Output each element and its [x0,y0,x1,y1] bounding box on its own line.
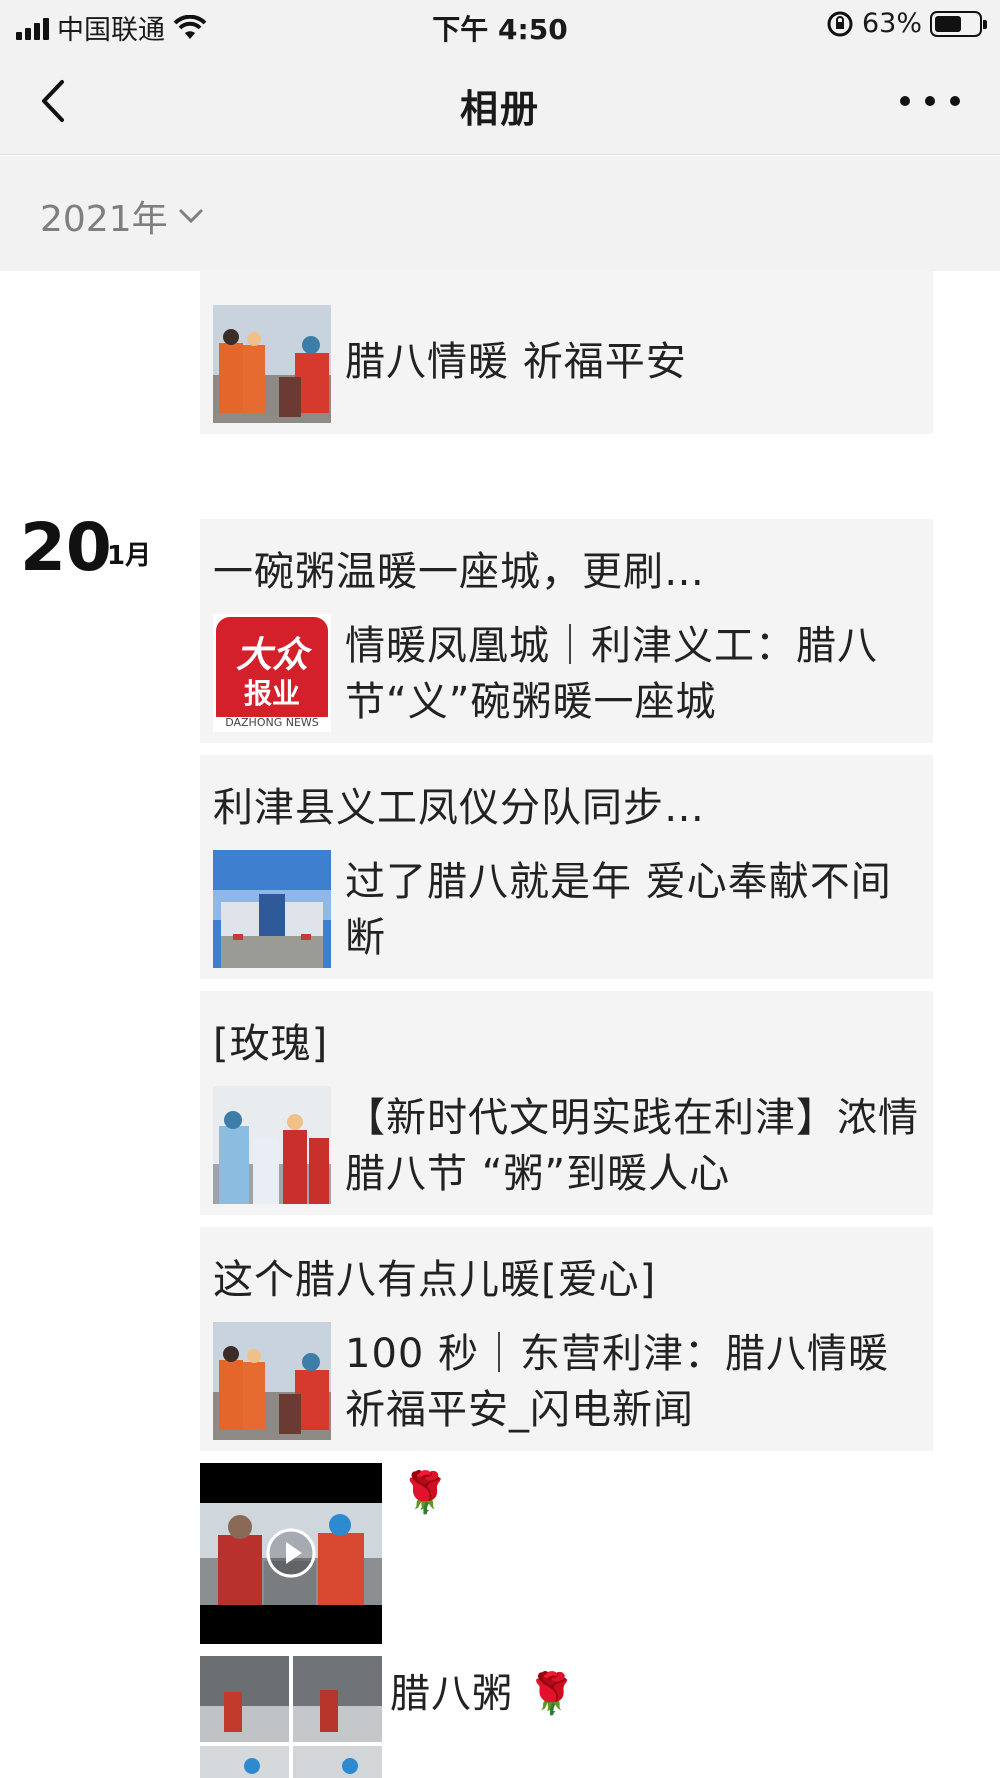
chevron-down-icon [179,209,203,224]
photo-caption: 腊八粥 🌹 [390,1661,578,1719]
link-title: 腊八情暖 祈福平安 [345,339,687,385]
sanitation-workers-photo-icon [213,305,331,423]
more-button[interactable] [900,88,960,114]
logo-en: DAZHONG NEWS [225,716,319,729]
battery-icon [930,10,987,37]
kitchen-photo-grid-icon [200,1656,382,1778]
more-dot-icon [950,96,960,106]
page-title: 相册 [459,87,540,131]
logo-sub: 报业 [243,677,300,710]
rose-emoji: 🌹 [526,1671,578,1717]
play-icon [266,1528,316,1578]
status-bar: 中国联通 下午 4:50 63% [0,0,1000,50]
rotation-lock-icon [827,11,853,36]
post-card[interactable]: 这个腊八有点儿暖[爱心] 100 秒｜东营利津：腊八情暖 祈福平安_闪电新闻 [200,1227,933,1451]
more-dot-icon [925,96,935,106]
year-label: 2021年 [40,199,168,240]
volunteers-photo-icon [213,1086,331,1204]
battery-fill [935,15,962,32]
date-day: 20 [20,509,112,586]
logo-text: 大众 [235,634,308,676]
nav-bar: 相册 [0,50,1000,155]
post-caption: [玫瑰] [213,1021,329,1067]
battery-percent: 63% [861,8,922,39]
link-title: 100 秒｜东营利津：腊八情暖 祈福平安_闪电新闻 [345,1331,890,1433]
date-month: 1月 [107,541,152,571]
album-feed[interactable]: 腊八情暖 祈福平安 20 1月 一碗粥温暖一座城，更刷… 大众 报业 DAZHO… [0,271,1000,1778]
link-title: 过了腊八就是年 爱心奉献不间断 [345,859,892,961]
post-caption: 这个腊八有点儿暖[爱心] [213,1257,657,1303]
post-card[interactable]: 一碗粥温暖一座城，更刷… 大众 报业 DAZHONG NEWS 情暖凤凰城｜利津… [200,519,933,743]
year-selector[interactable]: 2021年 [40,190,204,242]
post-card[interactable]: [玫瑰] 【新时代文明实践在利津】浓情腊八节 “粥”到暖人心 [200,991,933,1215]
post-card[interactable]: 利津县义工凤仪分队同步… 过了腊八就是年 爱心奉献不间断 [200,755,933,979]
video-caption: 🌹 [400,1470,451,1516]
photo-caption-text: 腊八粥 [390,1671,513,1717]
building-photo-icon [213,850,331,968]
link-title: 情暖凤凰城｜利津义工：腊八节“义”碗粥暖一座城 [345,623,878,725]
dazhong-news-logo-icon: 大众 报业 DAZHONG NEWS [213,614,331,732]
post-card[interactable]: 腊八情暖 祈福平安 [200,271,933,434]
link-title: 【新时代文明实践在利津】浓情腊八节 “粥”到暖人心 [345,1095,919,1197]
photo-grid[interactable] [200,1656,382,1778]
status-right: 63% [826,8,987,39]
video-thumbnail[interactable] [200,1463,382,1644]
year-bar: 2021年 [0,156,1000,271]
post-caption: 利津县义工凤仪分队同步… [213,785,705,831]
sanitation-workers-photo-icon [213,1322,331,1440]
post-caption: 一碗粥温暖一座城，更刷… [213,549,705,595]
more-dot-icon [900,96,910,106]
